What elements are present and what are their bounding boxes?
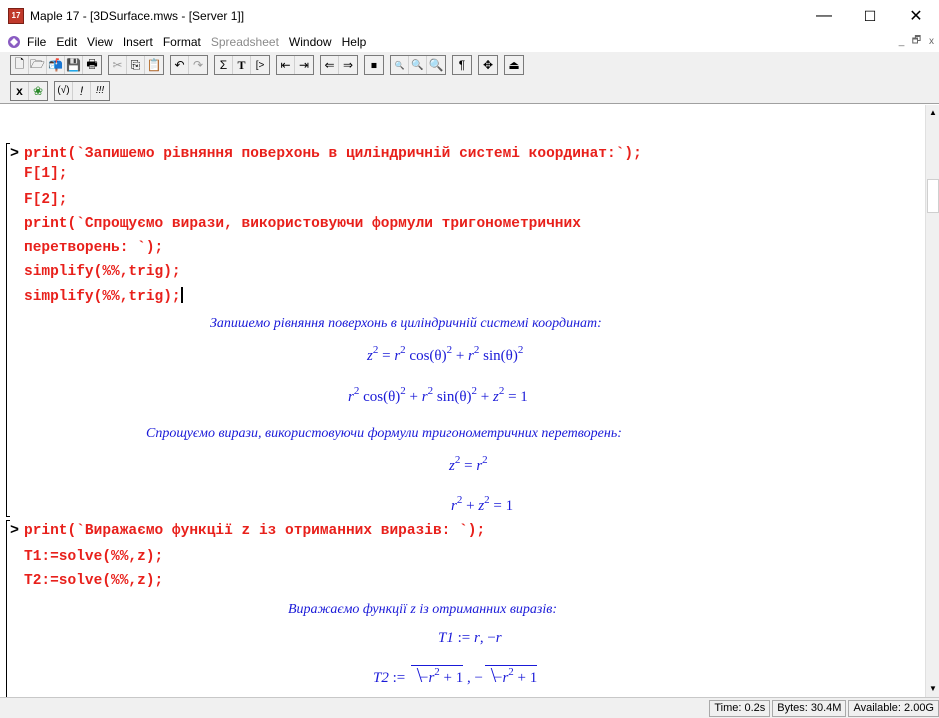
output-equation: r2 cos(θ)2 + r2 sin(θ)2 + z2 = 1 bbox=[348, 385, 528, 405]
menu-format[interactable]: Format bbox=[158, 35, 206, 49]
zoom-large-icon[interactable]: 🔍 bbox=[427, 56, 445, 74]
forward-arrow-icon[interactable]: ⇒ bbox=[339, 56, 357, 74]
execute-all-icon[interactable]: !!! bbox=[91, 82, 109, 100]
output-equation: z2 = r2 cos(θ)2 + r2 sin(θ)2 bbox=[367, 344, 524, 364]
text-mode-icon[interactable]: T bbox=[233, 56, 251, 74]
execute-icon[interactable]: ! bbox=[73, 81, 91, 100]
input-line[interactable]: print(`Спрощуємо вирази, використовуючи … bbox=[24, 216, 581, 232]
close-button[interactable]: ✕ bbox=[893, 0, 939, 32]
output-equation: T2 := −r2 + 1 , − −r2 + 1 bbox=[373, 665, 538, 686]
execution-group-bracket[interactable] bbox=[6, 520, 10, 697]
execution-group-bracket[interactable] bbox=[6, 143, 10, 517]
status-time: Time: 0.2s bbox=[709, 699, 771, 717]
title-bar: 17 Maple 17 - [3DSurface.mws - [Server 1… bbox=[0, 0, 939, 32]
stop-icon[interactable]: ⏹ bbox=[365, 56, 383, 74]
back-arrow-icon[interactable]: ⇐ bbox=[321, 56, 339, 74]
doc-restore-button[interactable]: 🗗 bbox=[909, 34, 924, 49]
window-title: Maple 17 - [3DSurface.mws - [Server 1]] bbox=[30, 9, 245, 23]
redo-icon[interactable]: ↷ bbox=[189, 56, 207, 74]
input-line[interactable]: T1:=solve(%%,z); bbox=[24, 549, 163, 565]
input-line[interactable]: F[2]; bbox=[24, 192, 68, 208]
status-available: Available: 2.00G bbox=[848, 699, 939, 717]
input-prompt: > bbox=[10, 522, 20, 539]
undo-icon[interactable]: ↶ bbox=[171, 56, 189, 74]
new-document-icon[interactable]: 🗋 bbox=[11, 56, 29, 74]
zoom-medium-icon[interactable]: 🔍 bbox=[409, 56, 427, 74]
maximize-button[interactable]: ☐ bbox=[847, 0, 893, 32]
outdent-icon[interactable]: ⇥ bbox=[295, 56, 313, 74]
menu-insert[interactable]: Insert bbox=[118, 35, 158, 49]
open-url-icon[interactable]: 📬 bbox=[47, 56, 65, 74]
input-line[interactable]: simplify(%%,trig); bbox=[24, 264, 181, 280]
maple-app-icon[interactable]: 17 bbox=[8, 8, 24, 24]
print-icon[interactable]: 🖶 bbox=[83, 56, 101, 74]
menu-window[interactable]: Window bbox=[284, 35, 337, 49]
input-line-with-cursor[interactable]: simplify(%%,trig); bbox=[24, 287, 183, 305]
cut-icon[interactable]: ✂ bbox=[109, 56, 127, 74]
execute-x-icon[interactable]: x bbox=[11, 81, 29, 100]
menu-edit[interactable]: Edit bbox=[51, 35, 82, 49]
paste-icon[interactable]: 📋 bbox=[145, 56, 163, 74]
input-line[interactable]: simplify(%%,trig); bbox=[24, 289, 181, 305]
zoom-small-icon[interactable]: 🔍 bbox=[391, 56, 409, 74]
scroll-thumb[interactable] bbox=[927, 179, 939, 213]
insert-prompt-icon[interactable]: [> bbox=[251, 56, 269, 74]
text-cursor bbox=[180, 287, 183, 303]
maplet-icon[interactable]: ❀ bbox=[29, 82, 47, 100]
menu-view[interactable]: View bbox=[82, 35, 118, 49]
main-toolbar: 🗋 🗁 📬 💾 🖶 ✂ ⎘ 📋 ↶ ↷ Σ T [> ⇤ ⇥ ⇐ ⇒ ⏹ 🔍 🔍… bbox=[0, 52, 939, 78]
scroll-down-icon[interactable]: ▼ bbox=[926, 681, 939, 697]
expand-icon[interactable]: ✥ bbox=[479, 56, 497, 74]
input-line[interactable]: print(`Запишемо рівняння поверхонь в цил… bbox=[24, 146, 642, 162]
restart-icon[interactable]: ⏏ bbox=[505, 56, 523, 74]
doc-minimize-button[interactable]: _ bbox=[894, 34, 909, 49]
doc-close-button[interactable]: x bbox=[924, 34, 939, 49]
input-line[interactable]: F[1]; bbox=[24, 166, 68, 182]
context-toolbar: x ❀ (√) ! !!! bbox=[0, 78, 939, 104]
worksheet[interactable]: > print(`Запишемо рівняння поверхонь в ц… bbox=[0, 105, 925, 697]
input-line[interactable]: перетворень: `); bbox=[24, 240, 163, 256]
output-equation: z2 = r2 bbox=[449, 454, 488, 474]
document-menu-icon[interactable] bbox=[6, 34, 22, 50]
input-prompt: > bbox=[10, 145, 20, 162]
menu-file[interactable]: File bbox=[22, 35, 51, 49]
output-text: Запишемо рівняння поверхонь в циліндричн… bbox=[210, 316, 602, 331]
output-equation: r2 + z2 = 1 bbox=[451, 494, 514, 514]
vertical-scrollbar[interactable]: ▲ ▼ bbox=[925, 105, 939, 697]
scroll-up-icon[interactable]: ▲ bbox=[926, 105, 939, 121]
menu-bar: File Edit View Insert Format Spreadsheet… bbox=[0, 32, 939, 52]
input-line[interactable]: print(`Виражаємо функції z із отриманних… bbox=[24, 523, 485, 539]
open-folder-icon[interactable]: 🗁 bbox=[29, 56, 47, 74]
pilcrow-icon[interactable]: ¶ bbox=[453, 56, 471, 74]
output-text: Спрощуємо вирази, використовуючи формули… bbox=[146, 426, 622, 441]
status-bar: Time: 0.2s Bytes: 30.4M Available: 2.00G bbox=[0, 697, 939, 718]
math-mode-icon[interactable]: Σ bbox=[215, 56, 233, 74]
input-line[interactable]: T2:=solve(%%,z); bbox=[24, 573, 163, 589]
save-icon[interactable]: 💾 bbox=[65, 56, 83, 74]
minimize-button[interactable]: — bbox=[801, 0, 847, 32]
indent-icon[interactable]: ⇤ bbox=[277, 56, 295, 74]
output-equation: T1 := r, −r bbox=[438, 630, 502, 646]
output-text: Виражаємо функції z із отриманних виразі… bbox=[288, 602, 558, 617]
copy-icon[interactable]: ⎘ bbox=[127, 56, 145, 74]
menu-spreadsheet[interactable]: Spreadsheet bbox=[206, 35, 284, 49]
menu-help[interactable]: Help bbox=[337, 35, 372, 49]
status-bytes: Bytes: 30.4M bbox=[772, 699, 847, 717]
check-icon[interactable]: (√) bbox=[55, 81, 73, 100]
